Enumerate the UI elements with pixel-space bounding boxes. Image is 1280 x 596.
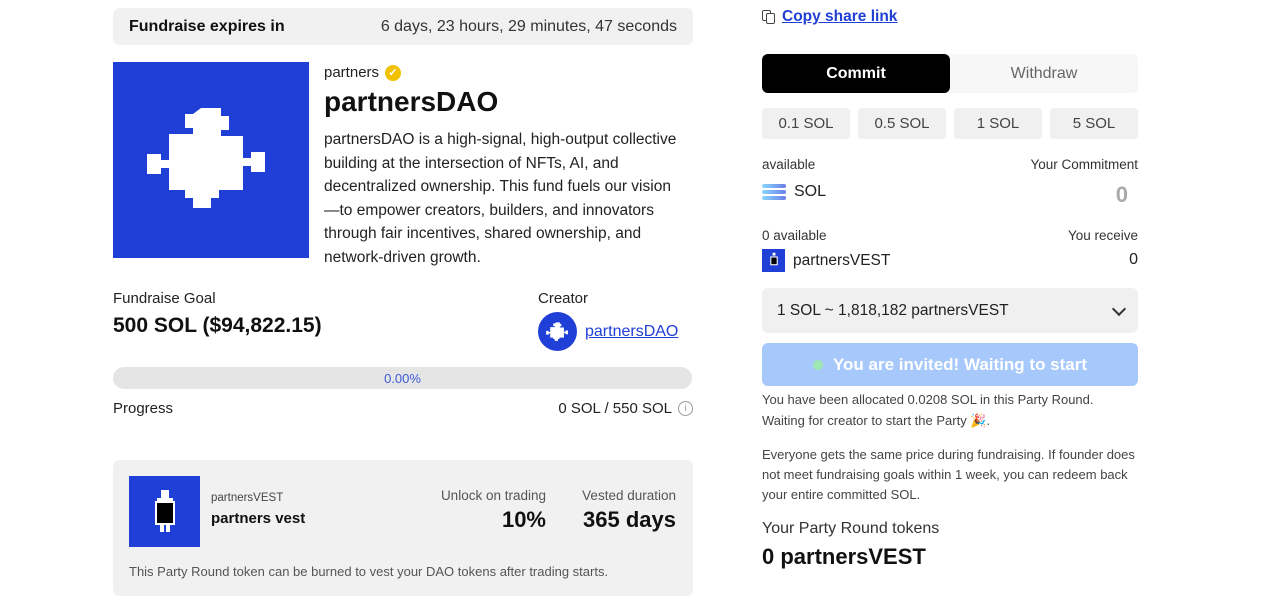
vest-note: This Party Round token can be burned to … <box>129 564 609 579</box>
tab-commit[interactable]: Commit <box>762 54 950 93</box>
receive-value: 0 <box>1129 251 1138 268</box>
rate-text: 1 SOL ~ 1,818,182 partnersVEST <box>777 301 1009 319</box>
project-description: partnersDAO is a high-signal, high-outpu… <box>324 131 677 266</box>
project-logo <box>113 62 309 258</box>
progress-label: Progress <box>113 400 174 417</box>
project-owner: partners ✓ <box>324 64 402 81</box>
party-tokens-label: Your Party Round tokens <box>762 520 940 537</box>
sol-label: SOL <box>794 183 827 200</box>
figure-icon <box>154 489 175 532</box>
commit-withdraw-tabs: Commit Withdraw <box>762 54 1138 93</box>
vest-token-logo <box>129 476 200 547</box>
waiting-line: Waiting for creator to start the Party 🎉… <box>762 412 991 428</box>
vest-token-row: partnersVEST <box>762 249 890 272</box>
verified-check-icon: ✓ <box>385 64 402 81</box>
avatar <box>538 312 577 351</box>
commit-panel: Commit Withdraw 0.1 SOL 0.5 SOL 1 SOL 5 … <box>752 42 1147 596</box>
commitment-label: Your Commitment <box>1030 157 1138 172</box>
project-title: partnersDAO <box>324 86 499 117</box>
amount-button-1[interactable]: 1 SOL <box>954 108 1042 139</box>
status-dot-icon <box>812 359 823 370</box>
vested-duration-value: 365 days <box>583 507 676 532</box>
fundraise-expiry-bar: Fundraise expires in 6 days, 23 hours, 2… <box>113 8 693 45</box>
goal-value: 500 SOL ($94,822.15) <box>113 314 322 337</box>
solana-icon <box>762 182 786 202</box>
amount-button-5[interactable]: 5 SOL <box>1050 108 1138 139</box>
expiry-label: Fundraise expires in <box>129 17 285 35</box>
commitment-input[interactable]: 0 <box>1116 182 1128 208</box>
chevron-down-icon <box>1111 301 1127 316</box>
unlock-value: 10% <box>501 507 546 532</box>
vest-token-name: partners vest <box>211 510 306 527</box>
invite-status-button[interactable]: You are invited! Waiting to start <box>762 343 1138 386</box>
unlock-label: Unlock on trading <box>440 488 546 503</box>
sol-available-label: available <box>762 157 816 172</box>
receive-label: You receive <box>1067 228 1138 243</box>
vest-available-label: 0 available <box>762 228 827 243</box>
vest-token-label: partnersVEST <box>793 251 891 269</box>
puzzle-piece-icon <box>545 321 568 341</box>
copy-share-link-label[interactable]: Copy share link <box>782 8 897 26</box>
allocation-line: You have been allocated 0.0208 SOL in th… <box>762 392 1094 407</box>
progress-value: 0 SOL / 550 SOL i <box>558 400 693 417</box>
progress-percent: 0.00% <box>384 370 421 386</box>
project-card: partners ✓ partnersDAO partnersDAO is a … <box>113 50 693 445</box>
vest-token-mini-icon <box>762 249 785 272</box>
vest-token-card: partnersVEST partners vest Unlock on tra… <box>113 460 693 596</box>
invite-button-label: You are invited! Waiting to start <box>832 354 1088 374</box>
party-tokens-value: 0 partnersVEST <box>762 544 926 569</box>
price-note: Everyone gets the same price during fund… <box>762 447 1135 502</box>
copy-icon <box>762 10 776 24</box>
creator-link[interactable]: partnersDAO <box>585 323 678 341</box>
owner-name: partners <box>324 64 380 81</box>
creator-label: Creator <box>538 290 589 307</box>
amount-presets: 0.1 SOL 0.5 SOL 1 SOL 5 SOL <box>762 108 1138 139</box>
goal-label: Fundraise Goal <box>113 290 216 307</box>
info-icon[interactable]: i <box>678 401 693 416</box>
sol-token: SOL <box>762 182 826 202</box>
progress-amount: 0 SOL / 550 SOL <box>558 400 672 417</box>
progress-bar: 0.00% <box>113 367 692 389</box>
copy-share-link[interactable]: Copy share link <box>762 8 897 26</box>
rate-dropdown[interactable]: 1 SOL ~ 1,818,182 partnersVEST <box>762 288 1138 333</box>
puzzle-piece-icon <box>147 108 265 208</box>
expiry-countdown: 6 days, 23 hours, 29 minutes, 47 seconds <box>380 17 677 35</box>
vest-token-symbol: partnersVEST <box>211 492 284 504</box>
tab-withdraw[interactable]: Withdraw <box>950 54 1138 93</box>
vested-duration-label: Vested duration <box>582 488 676 503</box>
allocation-note: You have been allocated 0.0208 SOL in th… <box>762 390 1138 431</box>
amount-button-0-1[interactable]: 0.1 SOL <box>762 108 850 139</box>
amount-button-0-5[interactable]: 0.5 SOL <box>858 108 946 139</box>
creator[interactable]: partnersDAO <box>538 312 678 351</box>
